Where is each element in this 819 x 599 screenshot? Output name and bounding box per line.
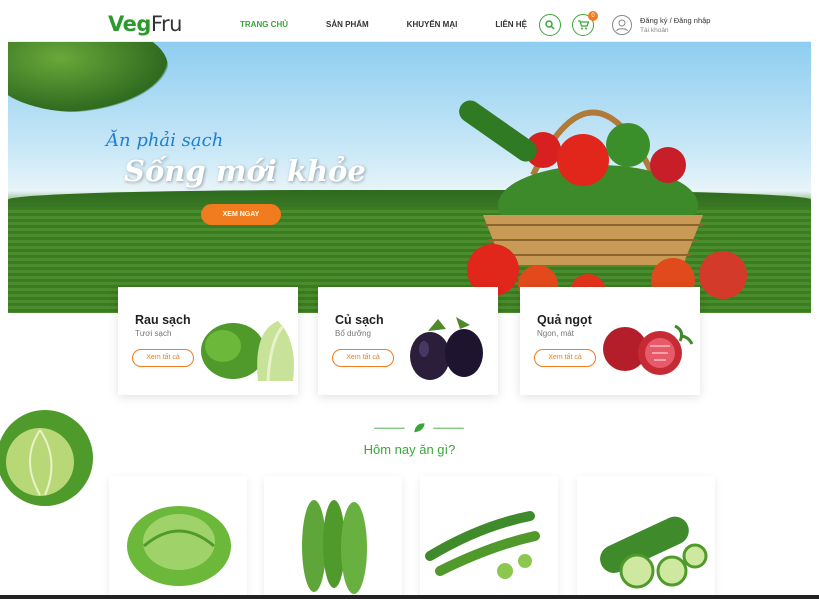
nav-home[interactable]: TRANG CHỦ: [240, 20, 288, 29]
category-title: Củ sạch: [335, 313, 384, 327]
bottom-bar: [0, 595, 819, 599]
category-card-fruits[interactable]: Quả ngọt Ngon, mát Xem tất cả: [520, 287, 700, 395]
section-divider: [374, 423, 464, 433]
cart-count-badge: 0: [588, 11, 598, 21]
category-subtitle: Bổ dưỡng: [335, 329, 371, 338]
hero-tree: [8, 42, 168, 112]
cucumber-image: [600, 516, 708, 589]
user-icon[interactable]: [612, 15, 632, 35]
section-title: Hôm nay ăn gì?: [363, 442, 456, 457]
nav-promotions[interactable]: KHUYẾN MẠI: [407, 20, 458, 29]
view-all-button[interactable]: Xem tất cả: [534, 349, 596, 367]
view-all-button[interactable]: Xem tất cả: [332, 349, 394, 367]
shop-now-button[interactable]: XEM NGAY: [201, 204, 281, 225]
logo-prefix: Veg: [108, 12, 151, 36]
category-card-roots[interactable]: Củ sạch Bổ dưỡng Xem tất cả: [318, 287, 498, 395]
hero-banner: Ăn phải sạch Sống mới khỏe XEM NGAY: [8, 42, 811, 313]
product-card[interactable]: [420, 476, 558, 599]
view-all-button[interactable]: Xem tất cả: [132, 349, 194, 367]
category-subtitle: Ngon, mát: [537, 329, 574, 338]
site-header: VegFru TRANG CHỦ SẢN PHẨM KHUYẾN MẠI LIÊ…: [8, 8, 811, 42]
login-link[interactable]: Đăng ký / Đăng nhập: [640, 16, 710, 25]
nav-contact[interactable]: LIÊN HỆ: [495, 20, 527, 29]
vegetable-basket-image: [459, 100, 747, 310]
product-card[interactable]: [264, 476, 402, 599]
category-card-vegetables[interactable]: Rau sạch Tươi sạch Xem tất cả: [118, 287, 298, 395]
search-icon: [545, 20, 555, 30]
leafy-greens-image: [201, 321, 294, 382]
hero-slogan-line2: Sống mới khỏe: [124, 154, 366, 188]
category-title: Quả ngọt: [537, 313, 592, 327]
lettuce-image: [127, 506, 231, 586]
logo[interactable]: VegFru: [108, 12, 182, 36]
account-label: Tài khoản: [640, 27, 669, 34]
cart-button[interactable]: 0: [572, 11, 598, 36]
category-subtitle: Tươi sạch: [135, 329, 172, 338]
okra-image: [425, 511, 540, 579]
logo-suffix: Fru: [150, 12, 183, 36]
main-nav: TRANG CHỦ SẢN PHẨM KHUYẾN MẠI LIÊN HỆ: [240, 20, 565, 29]
hero-slogan-line1: Ăn phải sạch: [106, 130, 224, 151]
product-card[interactable]: [577, 476, 715, 599]
eggplant-image: [410, 317, 483, 380]
category-title: Rau sạch: [135, 313, 191, 327]
leaf-icon: [414, 423, 425, 433]
search-button[interactable]: [539, 14, 561, 36]
nav-products[interactable]: SẢN PHẨM: [326, 20, 369, 29]
pomegranate-image: [603, 324, 694, 375]
cart-icon: [577, 20, 589, 30]
bitter-melon-image: [302, 500, 367, 594]
product-card[interactable]: [109, 476, 247, 599]
